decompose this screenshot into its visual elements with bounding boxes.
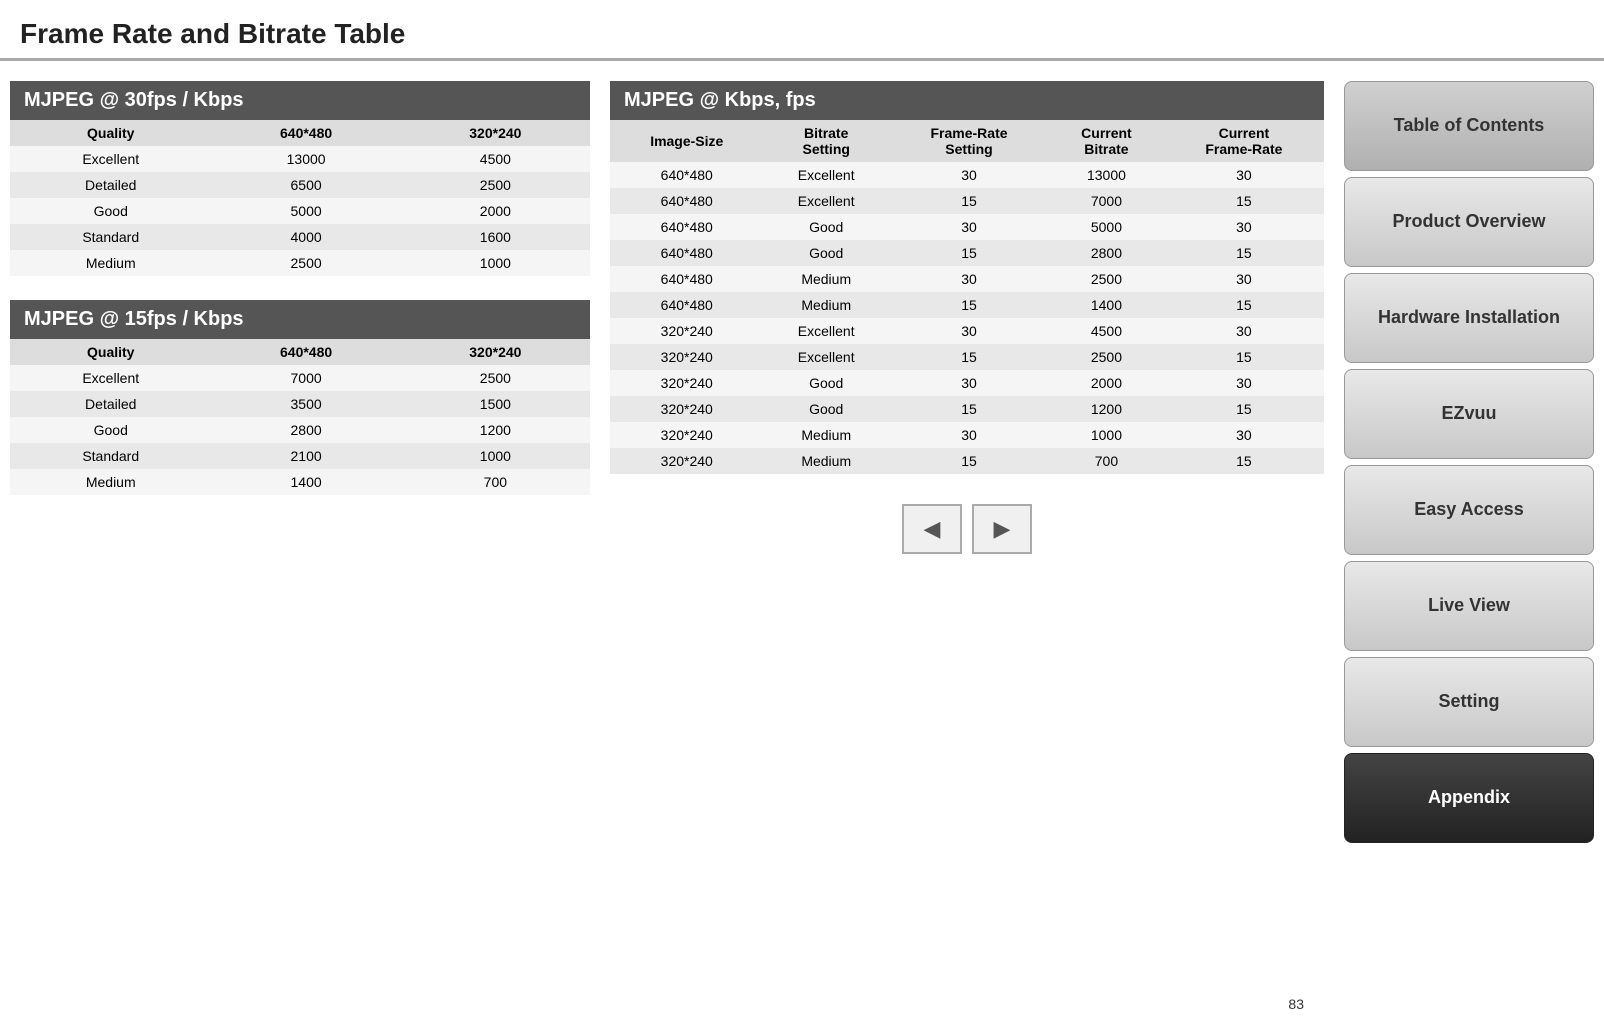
table-row: Excellent70002500	[10, 365, 590, 391]
table-row: Detailed35001500	[10, 391, 590, 417]
table-row: Good28001200	[10, 417, 590, 443]
table-row: Detailed65002500	[10, 172, 590, 198]
sidebar-item-live-view[interactable]: Live View	[1344, 561, 1594, 651]
mjpeg-15fps-table: Quality 640*480 320*240 Excellent7000250…	[10, 339, 590, 495]
col-current-bitrate: CurrentBitrate	[1049, 120, 1164, 162]
col-640-2: 640*480	[211, 339, 400, 365]
table-row: Medium1400700	[10, 469, 590, 495]
col-quality: Quality	[10, 120, 211, 146]
bottom-nav: ◀ ▶	[610, 474, 1324, 564]
table-row: Good50002000	[10, 198, 590, 224]
next-button[interactable]: ▶	[972, 504, 1032, 554]
col-bitrate-setting: BitrateSetting	[764, 120, 889, 162]
table-row: 640*480Medium15140015	[610, 292, 1324, 318]
table-row: Medium25001000	[10, 250, 590, 276]
col-image-size: Image-Size	[610, 120, 764, 162]
table-row: Excellent130004500	[10, 146, 590, 172]
mjpeg-30fps-table: Quality 640*480 320*240 Excellent1300045…	[10, 120, 590, 276]
middle-panel: MJPEG @ Kbps, fps Image-Size BitrateSett…	[610, 81, 1324, 849]
col-320: 320*240	[401, 120, 590, 146]
table-row: 640*480Excellent15700015	[610, 188, 1324, 214]
sidebar-item-ezvuu[interactable]: EZvuu	[1344, 369, 1594, 459]
table-row: Standard40001600	[10, 224, 590, 250]
table-row: 640*480Good30500030	[610, 214, 1324, 240]
col-current-framerate: CurrentFrame-Rate	[1164, 120, 1324, 162]
sidebar-item-toc[interactable]: Table of Contents	[1344, 81, 1594, 171]
table-row: 320*240Excellent15250015	[610, 344, 1324, 370]
table-row: 640*480Good15280015	[610, 240, 1324, 266]
table-row: 320*240Medium30100030	[610, 422, 1324, 448]
sidebar-item-appendix[interactable]: Appendix	[1344, 753, 1594, 843]
section1-header: MJPEG @ 30fps / Kbps	[10, 81, 590, 120]
page-title: Frame Rate and Bitrate Table	[0, 0, 1604, 61]
table-row: 320*240Good15120015	[610, 396, 1324, 422]
sidebar-item-hardware-installation[interactable]: Hardware Installation	[1344, 273, 1594, 363]
section2-header: MJPEG @ 15fps / Kbps	[10, 300, 590, 339]
left-panel: MJPEG @ 30fps / Kbps Quality 640*480 320…	[10, 81, 590, 849]
table-row: 640*480Excellent301300030	[610, 162, 1324, 188]
table-row: 320*240Excellent30450030	[610, 318, 1324, 344]
page-number: 83	[1268, 986, 1324, 1022]
col-quality2: Quality	[10, 339, 211, 365]
right-section-header: MJPEG @ Kbps, fps	[610, 81, 1324, 120]
table-row: 640*480Medium30250030	[610, 266, 1324, 292]
col-640: 640*480	[211, 120, 400, 146]
col-framerate-setting: Frame-RateSetting	[889, 120, 1049, 162]
mjpeg-kbps-table: Image-Size BitrateSetting Frame-RateSett…	[610, 120, 1324, 474]
table-row: Standard21001000	[10, 443, 590, 469]
col-320-2: 320*240	[401, 339, 590, 365]
sidebar-item-setting[interactable]: Setting	[1344, 657, 1594, 747]
prev-button[interactable]: ◀	[902, 504, 962, 554]
sidebar-item-product-overview[interactable]: Product Overview	[1344, 177, 1594, 267]
right-sidebar: Table of ContentsProduct OverviewHardwar…	[1344, 81, 1594, 849]
sidebar-item-easy-access[interactable]: Easy Access	[1344, 465, 1594, 555]
table-row: 320*240Medium1570015	[610, 448, 1324, 474]
table-row: 320*240Good30200030	[610, 370, 1324, 396]
